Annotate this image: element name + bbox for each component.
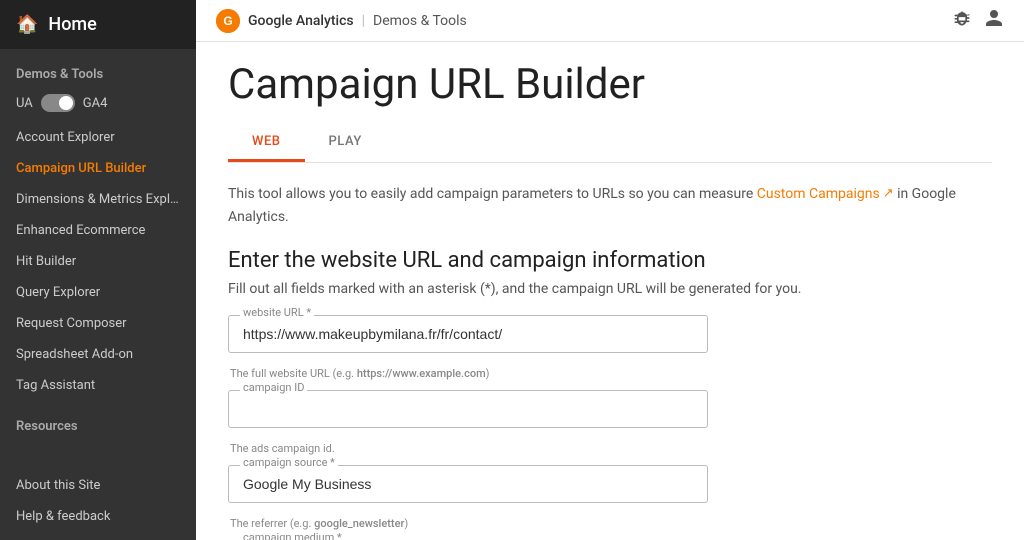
sidebar-nav-help-feedback[interactable]: Help & feedback bbox=[0, 501, 196, 532]
campaign-id-hint: The ads campaign id. bbox=[228, 442, 992, 455]
campaign-id-label: campaign ID bbox=[240, 381, 307, 394]
topbar: G Google Analytics | Demos & Tools bbox=[196, 0, 1024, 42]
home-label: Home bbox=[48, 14, 96, 35]
page-title: Campaign URL Builder bbox=[228, 62, 992, 108]
sidebar-nav-account-explorer[interactable]: Account Explorer bbox=[0, 122, 196, 153]
sidebar-nav-dimensions-metrics[interactable]: Dimensions & Metrics Explorer bbox=[0, 184, 196, 215]
resources-section-title: Resources bbox=[0, 401, 196, 440]
svg-text:G: G bbox=[223, 14, 232, 28]
content-area: Campaign URL Builder WEB PLAY This tool … bbox=[196, 42, 1024, 540]
toggle-ua-label: UA bbox=[16, 96, 33, 111]
intro-text-before: This tool allows you to easily add campa… bbox=[228, 186, 757, 202]
intro-paragraph: This tool allows you to easily add campa… bbox=[228, 183, 992, 228]
ua-ga4-toggle[interactable] bbox=[41, 94, 75, 112]
user-icon[interactable] bbox=[984, 8, 1004, 33]
sidebar-nav-tag-assistant[interactable]: Tag Assistant bbox=[0, 370, 196, 401]
external-link-icon: ↗ bbox=[883, 184, 894, 205]
topbar-left: G Google Analytics | Demos & Tools bbox=[216, 9, 467, 33]
sidebar-nav-request-composer[interactable]: Request Composer bbox=[0, 308, 196, 339]
ga-logo-svg: G bbox=[216, 9, 240, 33]
campaign-source-input[interactable] bbox=[228, 465, 708, 503]
campaign-source-field: campaign source * bbox=[228, 465, 708, 503]
sidebar-nav-enhanced-ecommerce[interactable]: Enhanced Ecommerce bbox=[0, 215, 196, 246]
section-heading: Enter the website URL and campaign infor… bbox=[228, 248, 992, 273]
sidebar-home[interactable]: 🏠 Home bbox=[0, 0, 196, 49]
sidebar-nav-query-explorer[interactable]: Query Explorer bbox=[0, 277, 196, 308]
sidebar-nav-hit-builder[interactable]: Hit Builder bbox=[0, 246, 196, 277]
main-content: G Google Analytics | Demos & Tools Campa… bbox=[196, 0, 1024, 540]
section-sub: Fill out all fields marked with an aster… bbox=[228, 281, 992, 297]
bug-icon[interactable] bbox=[952, 8, 972, 33]
brand-label: Google Analytics bbox=[248, 13, 354, 29]
tab-web[interactable]: WEB bbox=[228, 124, 305, 162]
ua-ga4-toggle-row: UA GA4 bbox=[0, 88, 196, 122]
sidebar-nav-campaign-url-builder[interactable]: Campaign URL Builder bbox=[0, 153, 196, 184]
demos-tools-section-title: Demos & Tools bbox=[0, 49, 196, 88]
ga-logo: G bbox=[216, 9, 240, 33]
home-icon: 🏠 bbox=[16, 14, 38, 35]
topbar-separator: | bbox=[362, 13, 365, 29]
sidebar-bottom: About this Site Help & feedback bbox=[0, 470, 196, 540]
tab-play[interactable]: PLAY bbox=[305, 124, 386, 162]
campaign-medium-label: campaign medium * bbox=[240, 531, 345, 540]
website-url-label: website URL * bbox=[240, 306, 314, 319]
campaign-id-field: campaign ID bbox=[228, 390, 708, 428]
tabs: WEB PLAY bbox=[228, 124, 992, 163]
topbar-right bbox=[952, 8, 1004, 33]
custom-campaigns-link[interactable]: Custom Campaigns↗ bbox=[757, 183, 894, 205]
website-url-input[interactable] bbox=[228, 315, 708, 353]
website-url-hint: The full website URL (e.g. https://www.e… bbox=[228, 367, 992, 380]
sidebar: 🏠 Home Demos & Tools UA GA4 Account Expl… bbox=[0, 0, 196, 540]
toggle-ga4-label: GA4 bbox=[83, 96, 108, 111]
campaign-source-hint: The referrer (e.g. google_newsletter) bbox=[228, 517, 992, 530]
sidebar-nav-spreadsheet-addon[interactable]: Spreadsheet Add-on bbox=[0, 339, 196, 370]
campaign-source-label: campaign source * bbox=[240, 456, 338, 469]
campaign-id-input[interactable] bbox=[228, 390, 708, 428]
section-label: Demos & Tools bbox=[373, 13, 467, 29]
sidebar-nav-about-site[interactable]: About this Site bbox=[0, 470, 196, 501]
website-url-field: website URL * bbox=[228, 315, 708, 353]
